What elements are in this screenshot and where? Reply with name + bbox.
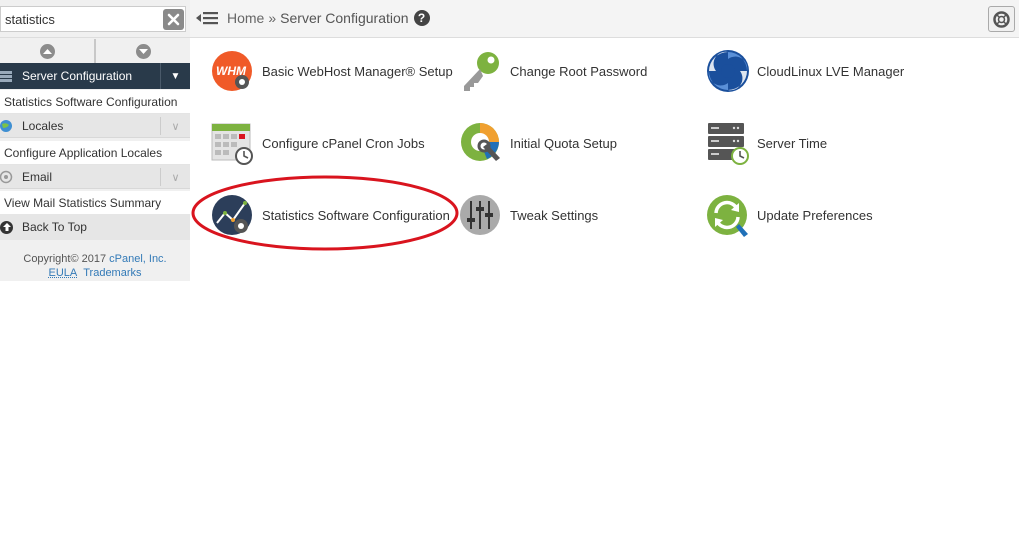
breadcrumb-home-link[interactable]: Home [227, 10, 264, 26]
whm-setup-icon: WHM [212, 51, 252, 91]
server-config-icon [0, 71, 12, 82]
update-refresh-icon [707, 195, 748, 237]
search-bar [0, 0, 190, 38]
feature-server-time[interactable]: Server Time [706, 120, 827, 166]
feature-statistics-software-configuration[interactable]: Statistics Software Configuration [211, 192, 450, 238]
copyright-text: Copyright© 2017 [23, 253, 110, 265]
breadcrumb: Home » Server Configuration ? [227, 10, 430, 26]
feature-label: Change Root Password [510, 63, 648, 79]
key-icon [464, 52, 499, 91]
sidebar-category-locales[interactable]: Locales ∨ [0, 114, 190, 138]
back-to-top-label: Back To Top [22, 220, 87, 234]
copyright-footer: Copyright© 2017 cPanel, Inc. EULA Tradema… [0, 252, 190, 280]
feature-label: Server Time [757, 135, 828, 151]
arrow-up-icon [0, 220, 13, 234]
chevron-down-icon[interactable]: ∨ [160, 117, 190, 135]
support-button[interactable] [988, 6, 1015, 32]
feature-label: Update Preferences [757, 207, 873, 223]
sidebar-category-label: Email [22, 169, 53, 184]
collapse-all-button[interactable] [0, 39, 95, 63]
cloudlinux-icon [707, 50, 749, 92]
server-time-icon [708, 123, 749, 165]
help-icon[interactable]: ? [413, 10, 430, 26]
sidebar-item-statistics-software-configuration[interactable]: Statistics Software Configuration [0, 90, 190, 114]
chevron-up-icon [42, 48, 52, 54]
close-icon [167, 13, 180, 26]
breadcrumb-current: Server Configuration [280, 10, 409, 26]
sidebar-category-label: Locales [22, 118, 64, 133]
search-input[interactable] [0, 6, 186, 32]
feature-label: Initial Quota Setup [510, 135, 617, 151]
email-icon [0, 170, 13, 183]
feature-update-preferences[interactable]: Update Preferences [706, 192, 873, 238]
locales-icon [0, 119, 12, 132]
feature-initial-quota-setup[interactable]: Initial Quota Setup [459, 120, 617, 166]
eula-link[interactable]: EULA [48, 267, 77, 279]
feature-tweak-settings[interactable]: Tweak Settings [459, 192, 598, 238]
quota-pie-icon [461, 123, 500, 161]
sidebar-category-server-configuration[interactable]: Server Configuration ▼ [0, 63, 190, 89]
sidebar-category-label: Server Configuration [22, 69, 133, 83]
statistics-icon [212, 195, 252, 235]
feature-cloudlinux-lve-manager[interactable]: CloudLinux LVE Manager [706, 48, 904, 94]
feature-basic-webhost-manager-setup[interactable]: WHM Basic WebHost Manager® Setup [211, 48, 453, 94]
feature-label: CloudLinux LVE Manager [757, 63, 905, 79]
tweak-sliders-icon [460, 195, 500, 235]
chevron-down-icon [138, 48, 148, 54]
trademarks-link[interactable]: Trademarks [83, 267, 141, 279]
expand-collapse-controls [0, 39, 190, 63]
chevron-down-icon[interactable]: ∨ [160, 168, 190, 186]
feature-label: Basic WebHost Manager® Setup [262, 63, 453, 79]
sidebar-item-view-mail-statistics-summary[interactable]: View Mail Statistics Summary [0, 191, 190, 215]
caret-down-icon[interactable]: ▼ [160, 63, 190, 89]
feature-label: Statistics Software Configuration [262, 207, 450, 223]
back-to-top-button[interactable]: Back To Top [0, 214, 190, 240]
breadcrumb-separator: » [268, 10, 277, 26]
menu-toggle-icon[interactable] [196, 10, 218, 26]
sidebar: Server Configuration ▼ Statistics Softwa… [0, 0, 190, 281]
lifebuoy-icon [993, 10, 1010, 28]
cron-calendar-icon [211, 123, 253, 165]
expand-all-button[interactable] [95, 39, 190, 63]
cpanel-link[interactable]: cPanel, Inc. [109, 253, 166, 265]
feature-change-root-password[interactable]: Change Root Password [459, 48, 647, 94]
feature-label: Tweak Settings [510, 207, 599, 223]
sidebar-category-email[interactable]: Email ∨ [0, 165, 190, 189]
feature-configure-cpanel-cron-jobs[interactable]: Configure cPanel Cron Jobs [211, 120, 425, 166]
top-bar: Home » Server Configuration ? [190, 0, 1019, 38]
clear-search-button[interactable] [163, 9, 184, 30]
sidebar-item-configure-application-locales[interactable]: Configure Application Locales [0, 141, 190, 165]
feature-label: Configure cPanel Cron Jobs [262, 135, 425, 151]
